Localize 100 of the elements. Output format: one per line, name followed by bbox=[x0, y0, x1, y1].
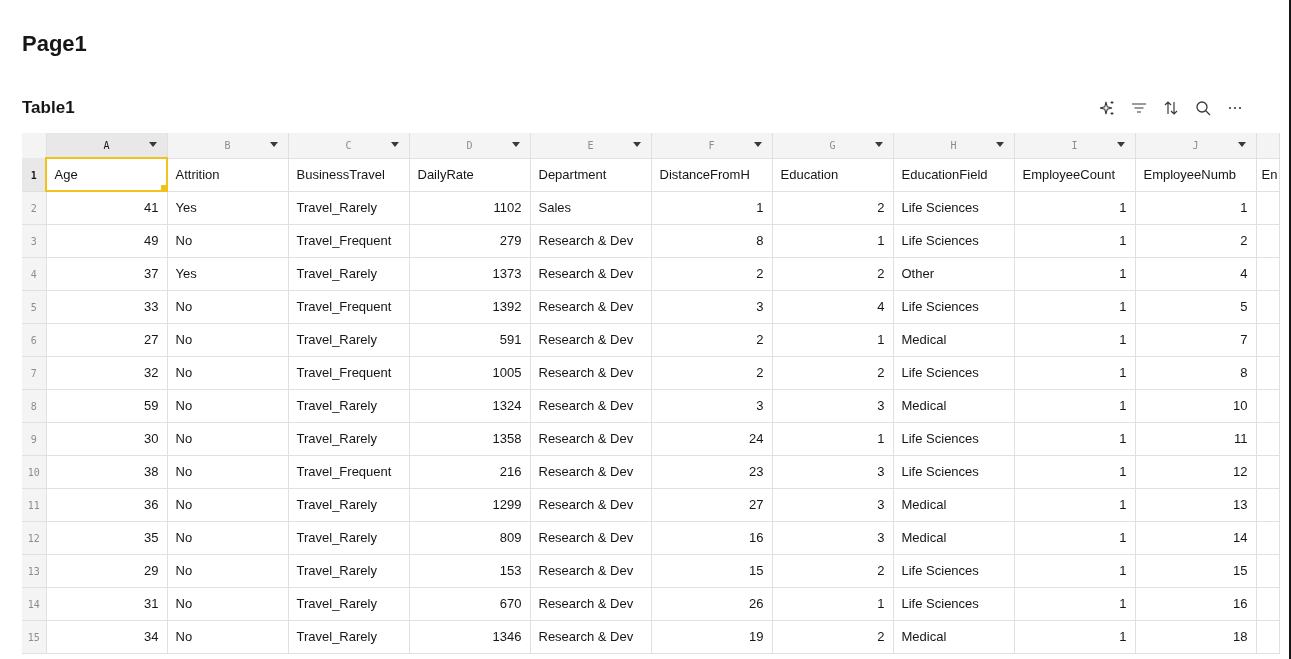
table-cell-text: Travel_Rarely bbox=[295, 396, 378, 415]
table-cell-text: 3 bbox=[755, 396, 765, 415]
row-number: 3 bbox=[30, 235, 37, 247]
dropdown-caret-icon[interactable] bbox=[753, 141, 762, 148]
dropdown-caret-icon[interactable] bbox=[874, 141, 883, 148]
row-number: 8 bbox=[30, 400, 37, 412]
table-cell-text: 1 bbox=[876, 429, 886, 448]
table-cell-text: EmployeeNumb bbox=[1142, 165, 1237, 184]
table-cell-text: 1373 bbox=[491, 264, 523, 283]
table-cell-text: 2 bbox=[1239, 231, 1249, 250]
table-cell-text: 8 bbox=[755, 231, 765, 250]
table-cell-text: Travel_Rarely bbox=[295, 330, 378, 349]
column-header[interactable]: E bbox=[587, 137, 594, 153]
table-cell-text: 1 bbox=[1118, 495, 1128, 514]
table-cell-text: Medical bbox=[900, 528, 948, 547]
table-cell-text: 2 bbox=[876, 198, 886, 217]
table-cell-text: 36 bbox=[143, 495, 160, 514]
table-cell-text: No bbox=[174, 495, 194, 514]
dropdown-caret-icon[interactable] bbox=[511, 141, 520, 148]
row-number: 4 bbox=[30, 268, 37, 280]
table-cell-text: Travel_Rarely bbox=[295, 528, 378, 547]
table-cell-text: 1 bbox=[755, 198, 765, 217]
table-cell-text: Yes bbox=[174, 198, 198, 217]
table-cell-text: 1 bbox=[1118, 429, 1128, 448]
dropdown-caret-icon[interactable] bbox=[1116, 141, 1125, 148]
table-cell-text: 24 bbox=[748, 429, 765, 448]
table-cell-text: 33 bbox=[143, 297, 160, 316]
table-cell-text: Research & Dev bbox=[537, 495, 635, 514]
table-cell-text: No bbox=[174, 627, 194, 646]
dropdown-caret-icon[interactable] bbox=[995, 141, 1004, 148]
table-cell-text: 1 bbox=[1118, 231, 1128, 250]
row-number: 12 bbox=[27, 532, 40, 544]
table-cell-text: 3 bbox=[876, 396, 886, 415]
column-header[interactable]: F bbox=[708, 137, 715, 153]
table-cell-text: DailyRate bbox=[416, 165, 475, 184]
table-cell-text: Research & Dev bbox=[537, 231, 635, 250]
table-cell-text: Travel_Frequent bbox=[295, 231, 393, 250]
table-title: Table1 bbox=[22, 97, 75, 119]
column-header[interactable]: H bbox=[950, 137, 957, 153]
table-cell-text: 1392 bbox=[491, 297, 523, 316]
table-cell-text: 7 bbox=[1239, 330, 1249, 349]
table-cell-text: Travel_Rarely bbox=[295, 429, 378, 448]
fill-handle[interactable] bbox=[160, 184, 166, 190]
table-cell-text: 31 bbox=[143, 594, 160, 613]
column-header[interactable]: C bbox=[345, 137, 352, 153]
row-number: 6 bbox=[30, 334, 37, 346]
table-cell-text: 10 bbox=[1232, 396, 1249, 415]
table-cell-text: No bbox=[174, 396, 194, 415]
column-header[interactable]: J bbox=[1192, 137, 1199, 153]
table-cell-text: 37 bbox=[143, 264, 160, 283]
dropdown-caret-icon[interactable] bbox=[269, 141, 278, 148]
table-cell-text: Travel_Frequent bbox=[295, 363, 393, 382]
table-cell-text: 16 bbox=[1232, 594, 1249, 613]
dropdown-caret-icon[interactable] bbox=[390, 141, 399, 148]
table-cell-text: Travel_Frequent bbox=[295, 462, 393, 481]
row-number: 2 bbox=[30, 202, 37, 214]
table-cell-text: Research & Dev bbox=[537, 396, 635, 415]
row-number: 5 bbox=[30, 301, 37, 313]
table-cell-text: 59 bbox=[143, 396, 160, 415]
table-cell-text: EducationField bbox=[900, 165, 989, 184]
table-cell-text: 34 bbox=[143, 627, 160, 646]
column-header[interactable]: D bbox=[466, 137, 473, 153]
table-cell-text: Life Sciences bbox=[900, 429, 980, 448]
dropdown-caret-icon[interactable] bbox=[148, 141, 157, 148]
table-cell-text: Life Sciences bbox=[900, 363, 980, 382]
table-cell-text: Life Sciences bbox=[900, 462, 980, 481]
table-cell-text: 11 bbox=[1233, 429, 1249, 448]
row-number: 10 bbox=[27, 466, 40, 478]
table-cell-text: Research & Dev bbox=[537, 561, 635, 580]
table-cell-text: 1 bbox=[1118, 297, 1128, 316]
table-cell-text: Research & Dev bbox=[537, 627, 635, 646]
table-cell-text: Research & Dev bbox=[537, 528, 635, 547]
table-cell-text: Life Sciences bbox=[900, 594, 980, 613]
table-cell-text: 216 bbox=[498, 462, 523, 481]
table-cell-text: Travel_Rarely bbox=[295, 495, 378, 514]
table-cell-text: 35 bbox=[143, 528, 160, 547]
row-number: 1 bbox=[30, 169, 37, 181]
table-cell-text: 1 bbox=[1118, 198, 1128, 217]
table-cell-text: 32 bbox=[143, 363, 160, 382]
table-cell-text: Travel_Rarely bbox=[295, 594, 378, 613]
table-cell-text: 26 bbox=[748, 594, 765, 613]
table-cell-text: Travel_Rarely bbox=[295, 561, 378, 580]
table-cell-text: BusinessTravel bbox=[295, 165, 386, 184]
table-cell-text: 2 bbox=[876, 264, 886, 283]
column-header[interactable]: I bbox=[1071, 137, 1078, 153]
dropdown-caret-icon[interactable] bbox=[632, 141, 641, 148]
table-cell-text: Research & Dev bbox=[537, 264, 635, 283]
table-cell-text: No bbox=[174, 330, 194, 349]
table-cell-text: En bbox=[1260, 165, 1278, 184]
dropdown-caret-icon[interactable] bbox=[1237, 141, 1246, 148]
column-header[interactable]: G bbox=[829, 137, 836, 153]
table-cell-text: 1 bbox=[1239, 198, 1249, 217]
table-cell-text: No bbox=[174, 462, 194, 481]
table-cell-text: 1 bbox=[1118, 561, 1128, 580]
column-header[interactable]: B bbox=[224, 137, 231, 153]
table-cell-text: 3 bbox=[876, 462, 886, 481]
table-cell-text: Medical bbox=[900, 495, 948, 514]
table-cell-text: 41 bbox=[143, 198, 160, 217]
column-header[interactable]: A bbox=[103, 137, 110, 153]
table-cell-text: 12 bbox=[1232, 462, 1249, 481]
